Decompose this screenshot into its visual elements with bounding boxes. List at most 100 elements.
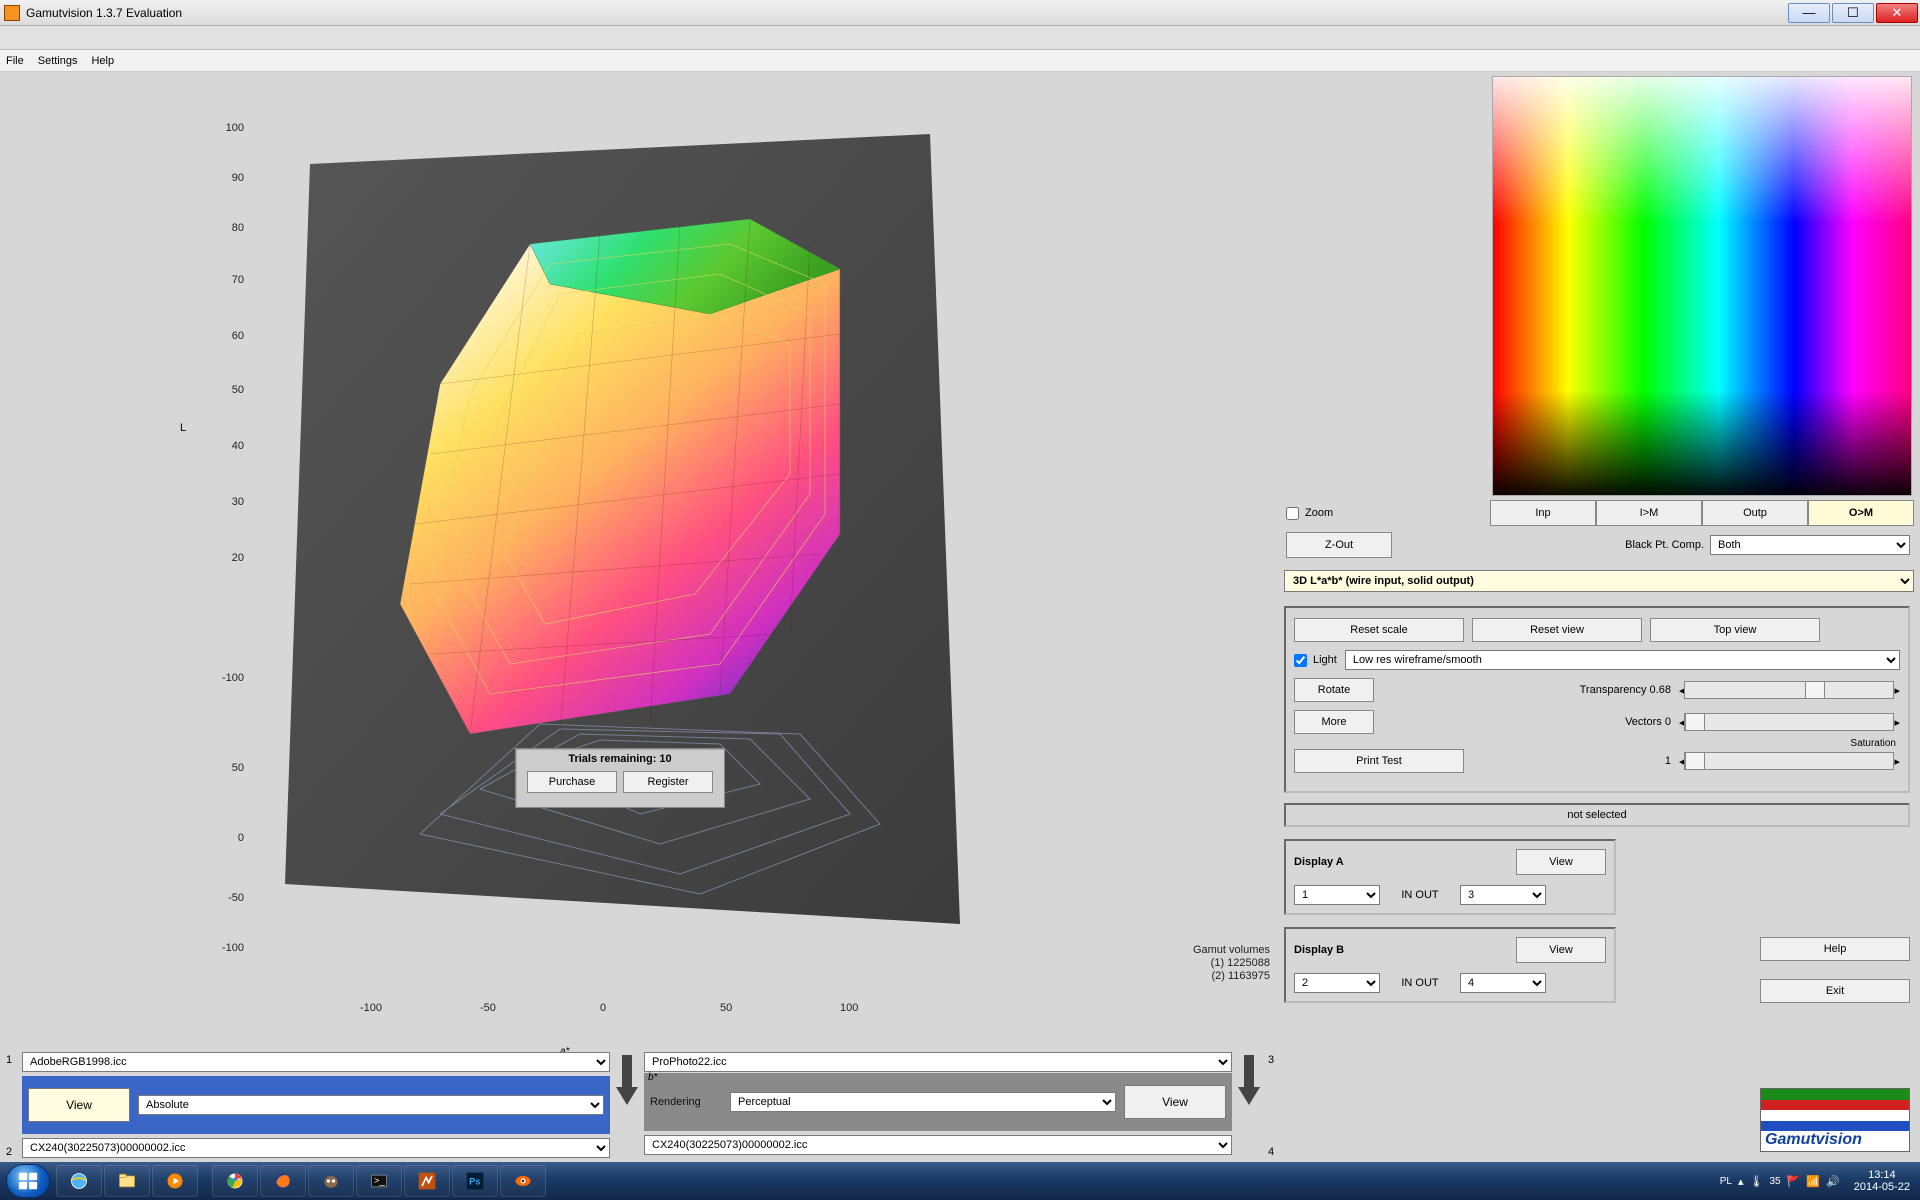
saturation-slider[interactable] xyxy=(1684,752,1894,770)
zout-button[interactable]: Z-Out xyxy=(1286,532,1392,558)
tray-up-icon[interactable]: ▴ xyxy=(1738,1175,1744,1188)
seg-inp-button[interactable]: Inp xyxy=(1490,500,1596,526)
color-picker-preview[interactable] xyxy=(1492,76,1912,496)
gvol-2: (2) 1163975 xyxy=(1193,970,1270,983)
seg-outp-button[interactable]: Outp xyxy=(1702,500,1808,526)
maximize-button[interactable]: ☐ xyxy=(1832,3,1874,23)
axis-tick: 0 xyxy=(210,832,244,844)
taskbar-ie-icon[interactable] xyxy=(56,1165,102,1197)
nums-left: 1 2 xyxy=(0,1050,18,1162)
trial-dialog: Trials remaining: 10 Purchase Register xyxy=(515,748,725,808)
seg-om-button[interactable]: O>M xyxy=(1808,500,1914,526)
display-mode-select[interactable]: 3D L*a*b* (wire input, solid output) xyxy=(1284,570,1914,592)
gvol-title: Gamut volumes xyxy=(1193,944,1270,957)
profile-1-select[interactable]: AdobeRGB1998.icc xyxy=(22,1052,610,1072)
vectors-inc[interactable]: ▸ xyxy=(1894,716,1900,729)
right-panel: Zoom Inp I>M Outp O>M Z-Out Black Pt. Co… xyxy=(1280,72,1920,1162)
axis-tick: 100 xyxy=(840,1002,858,1014)
saturation-inc[interactable]: ▸ xyxy=(1894,755,1900,768)
axis-tick: -50 xyxy=(480,1002,496,1014)
taskbar-photoshop-icon[interactable]: Ps xyxy=(452,1165,498,1197)
rendering-left-select[interactable]: Absolute xyxy=(138,1095,604,1115)
transparency-slider[interactable] xyxy=(1684,681,1894,699)
axis-tick: 50 xyxy=(720,1002,732,1014)
display-b-out-select[interactable]: 4 xyxy=(1460,973,1546,993)
register-button[interactable]: Register xyxy=(623,771,713,793)
wireframe-select[interactable]: Low res wireframe/smooth xyxy=(1345,650,1900,670)
light-checkbox[interactable] xyxy=(1294,654,1307,667)
blackpt-select[interactable]: Both xyxy=(1710,535,1910,555)
tray-volume-icon[interactable]: 🔊 xyxy=(1826,1175,1840,1188)
axis-tick: 80 xyxy=(210,222,244,234)
zoom-checkbox[interactable] xyxy=(1286,507,1299,520)
tray-network-icon[interactable]: 📶 xyxy=(1806,1175,1820,1188)
taskbar-terminal-icon[interactable]: >_ xyxy=(356,1165,402,1197)
rotate-button[interactable]: Rotate xyxy=(1294,678,1374,702)
num-3: 3 xyxy=(1268,1054,1274,1066)
axis-tick: 60 xyxy=(210,330,244,342)
minimize-button[interactable]: — xyxy=(1788,3,1830,23)
tray-lang[interactable]: PL xyxy=(1720,1176,1732,1187)
tray-flag-icon[interactable]: 🚩 xyxy=(1787,1175,1801,1188)
top-view-button[interactable]: Top view xyxy=(1650,618,1820,642)
nums-right: 3 4 xyxy=(1262,1050,1280,1162)
gvol-1: (1) 1225088 xyxy=(1193,957,1270,970)
num-1: 1 xyxy=(6,1054,12,1066)
display-b-view-button[interactable]: View xyxy=(1516,937,1606,963)
profile-4-select[interactable]: CX240(30225073)00000002.icc xyxy=(644,1135,1232,1155)
tray-temp-icon[interactable]: 🌡 xyxy=(1750,1175,1764,1188)
left-panel: L 100 90 80 70 60 50 40 30 20 -100 50 0 … xyxy=(0,72,1280,1162)
display-a-out-select[interactable]: 3 xyxy=(1460,885,1546,905)
display-a-view-button[interactable]: View xyxy=(1516,849,1606,875)
menu-file[interactable]: File xyxy=(6,55,24,67)
arrow-down-left-icon xyxy=(614,1050,640,1108)
gamut-volumes-text: Gamut volumes (1) 1225088 (2) 1163975 xyxy=(1193,944,1270,984)
menu-help[interactable]: Help xyxy=(91,55,114,67)
view-button-left[interactable]: View xyxy=(28,1088,130,1122)
axis-tick: 50 xyxy=(210,384,244,396)
taskbar-gimp-icon[interactable] xyxy=(308,1165,354,1197)
rendering-right-box: Rendering Perceptual View xyxy=(644,1073,1232,1131)
window-titlebar: Gamutvision 1.3.7 Evaluation — ☐ ✕ xyxy=(0,0,1920,26)
seg-im-button[interactable]: I>M xyxy=(1596,500,1702,526)
taskbar-mediaplayer-icon[interactable] xyxy=(152,1165,198,1197)
tray-clock[interactable]: 13:14 2014-05-22 xyxy=(1854,1169,1910,1193)
more-button[interactable]: More xyxy=(1294,710,1374,734)
vectors-slider[interactable] xyxy=(1684,713,1894,731)
transparency-inc[interactable]: ▸ xyxy=(1894,684,1900,697)
taskbar-explorer-icon[interactable] xyxy=(104,1165,150,1197)
svg-text:>_: >_ xyxy=(374,1176,385,1186)
close-button[interactable]: ✕ xyxy=(1876,3,1918,23)
gamut-3d-plot[interactable] xyxy=(280,134,970,954)
purchase-button[interactable]: Purchase xyxy=(527,771,617,793)
exit-button[interactable]: Exit xyxy=(1760,979,1910,1003)
display-a-panel: Display A View 1 IN OUT 3 xyxy=(1284,839,1616,915)
taskbar-matlab-icon[interactable] xyxy=(404,1165,450,1197)
reset-scale-button[interactable]: Reset scale xyxy=(1294,618,1464,642)
display-a-in-select[interactable]: 1 xyxy=(1294,885,1380,905)
start-button[interactable] xyxy=(6,1164,50,1198)
profile-3-select[interactable]: ProPhoto22.icc xyxy=(644,1052,1232,1072)
status-not-selected: not selected xyxy=(1284,803,1910,827)
help-button[interactable]: Help xyxy=(1760,937,1910,961)
axis-tick: 70 xyxy=(210,274,244,286)
display-b-in-select[interactable]: 2 xyxy=(1294,973,1380,993)
axis-tick: -100 xyxy=(210,672,244,684)
menu-settings[interactable]: Settings xyxy=(38,55,78,67)
axis-tick: 20 xyxy=(210,552,244,564)
saturation-value: 1 xyxy=(1551,755,1671,767)
gamutvision-logo: Gamutvision xyxy=(1760,1088,1910,1152)
app-icon xyxy=(4,5,20,21)
profile-2-select[interactable]: CX240(30225073)00000002.icc xyxy=(22,1138,610,1158)
taskbar-firefox-icon[interactable] xyxy=(260,1165,306,1197)
view-button-right[interactable]: View xyxy=(1124,1085,1226,1119)
tray-temp: 35 xyxy=(1769,1176,1780,1187)
taskbar-eye-icon[interactable] xyxy=(500,1165,546,1197)
taskbar-chrome-icon[interactable] xyxy=(212,1165,258,1197)
display-a-inout: IN OUT xyxy=(1390,889,1450,901)
reset-view-button[interactable]: Reset view xyxy=(1472,618,1642,642)
axis-tick: 40 xyxy=(210,440,244,452)
arrow-down-right-icon xyxy=(1236,1050,1262,1108)
rendering-right-select[interactable]: Perceptual xyxy=(730,1092,1116,1112)
print-test-button[interactable]: Print Test xyxy=(1294,749,1464,773)
